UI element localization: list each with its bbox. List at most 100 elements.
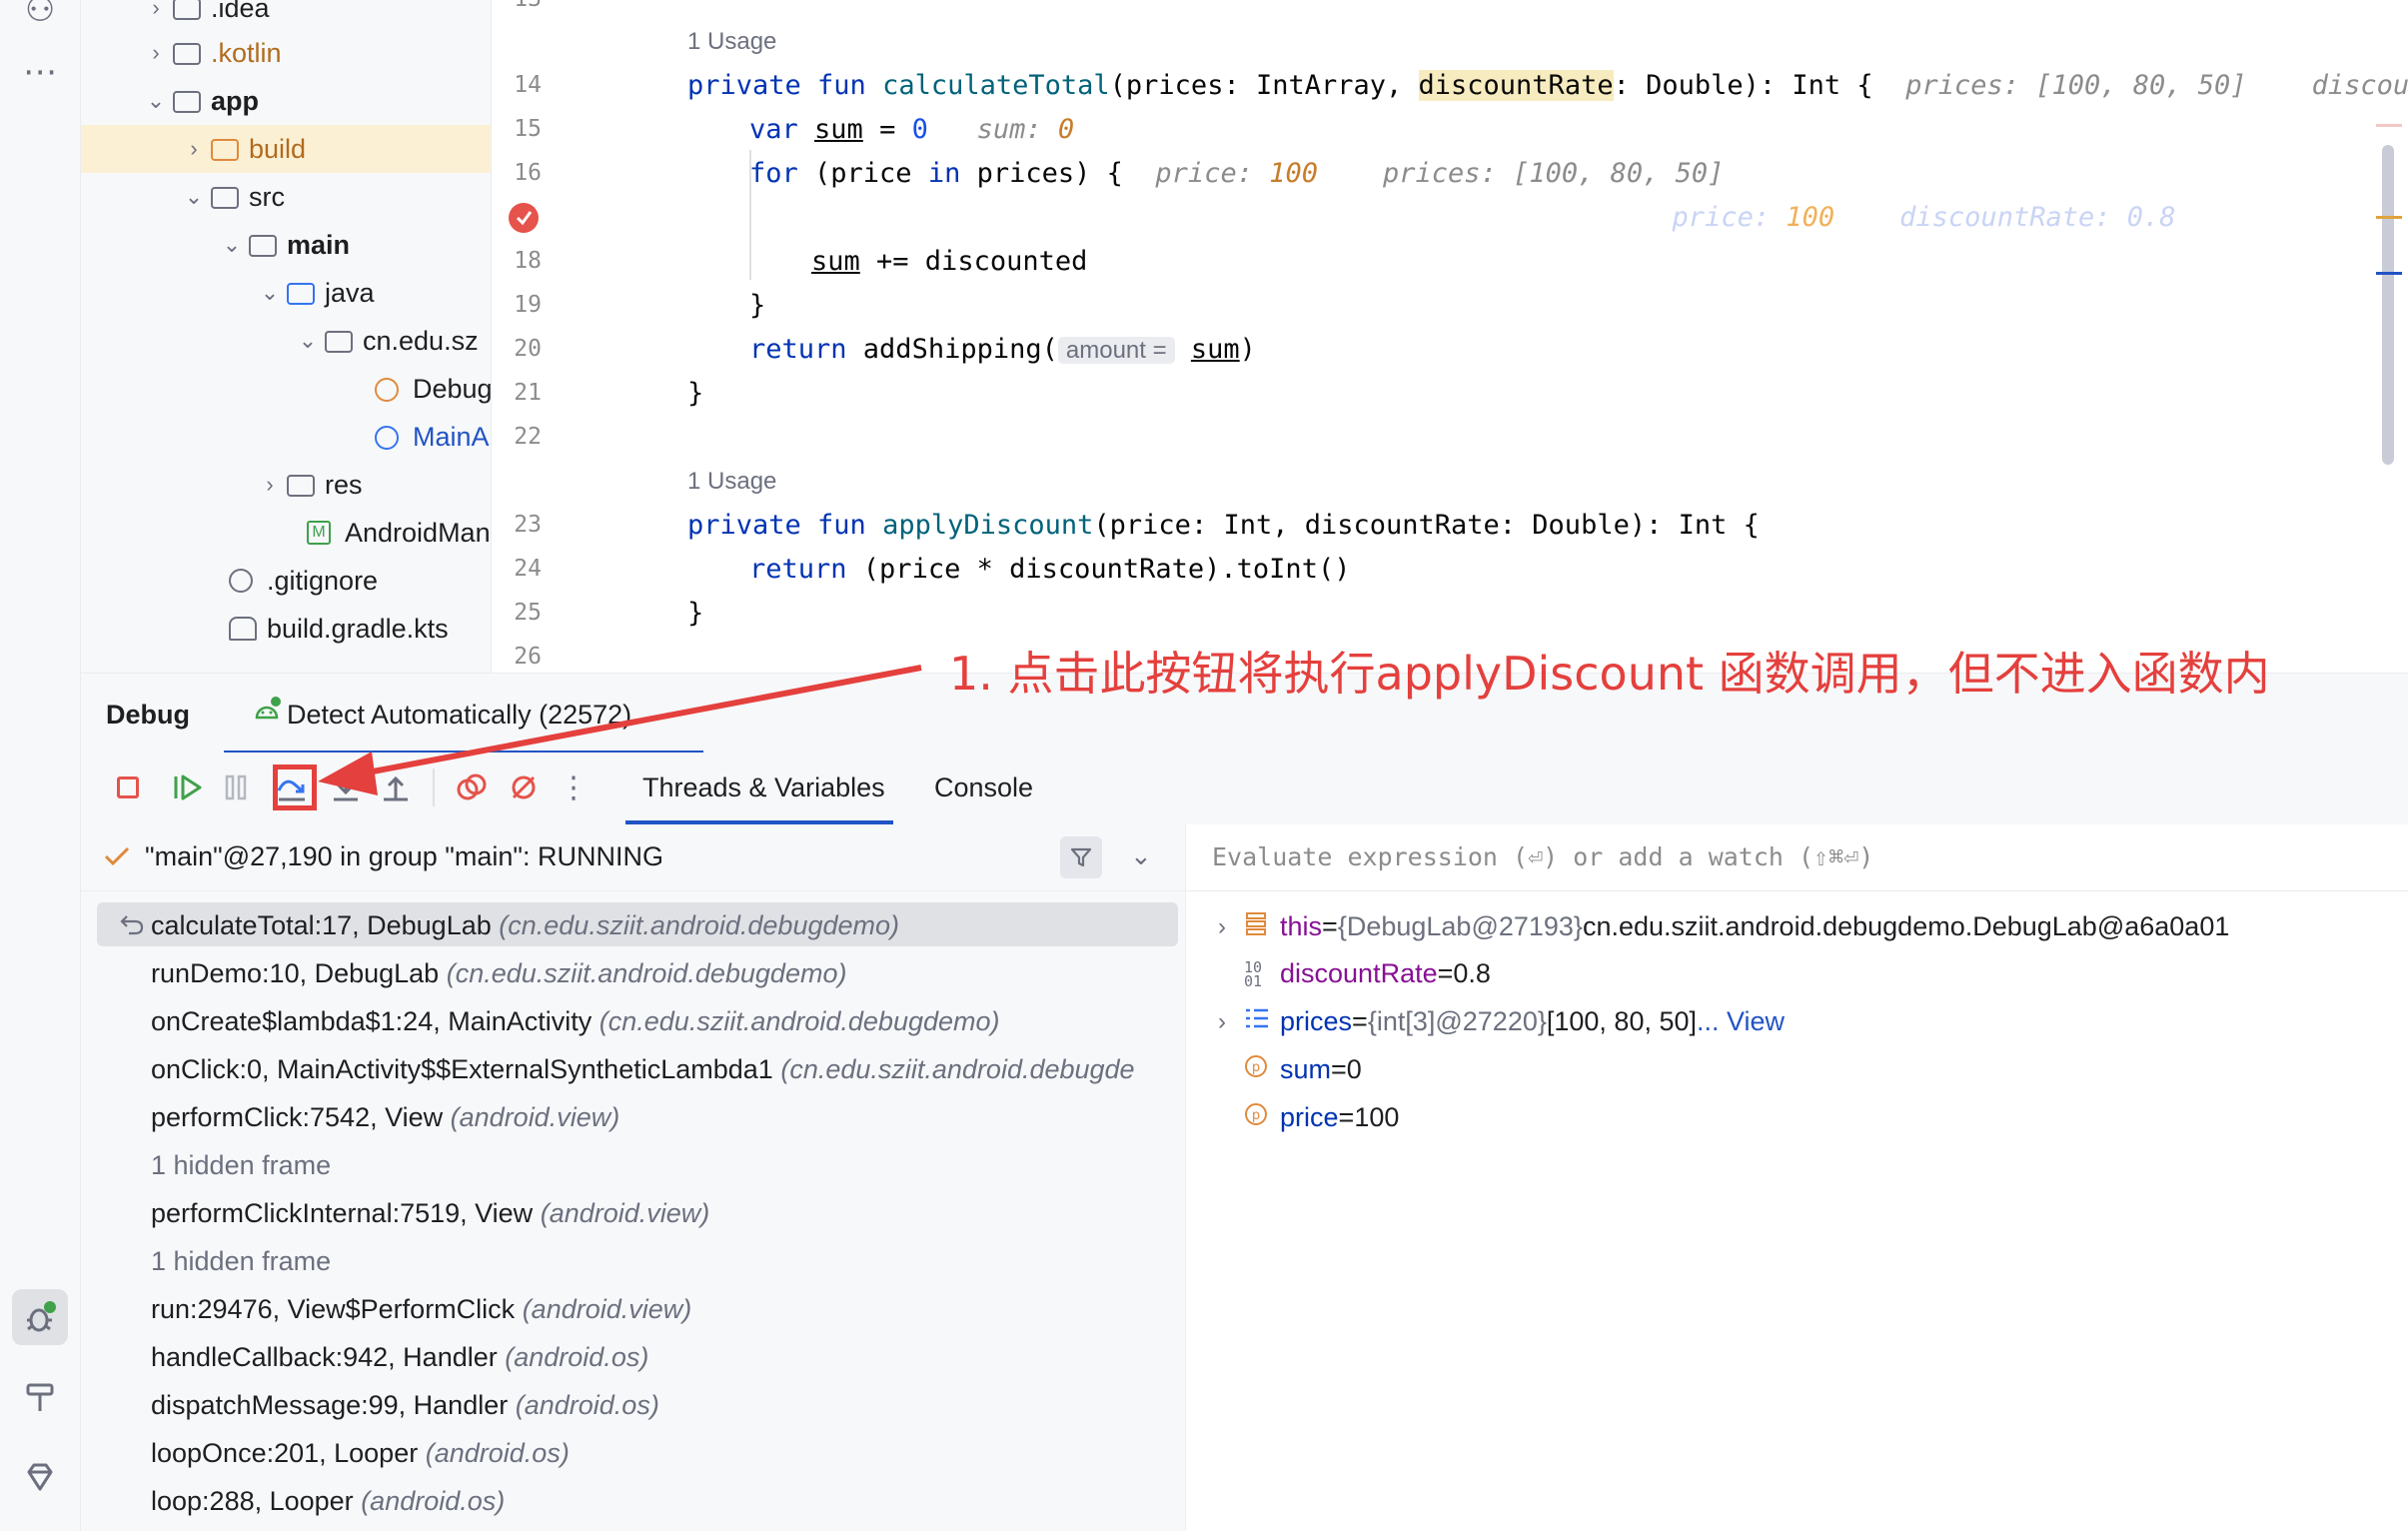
filter-icon (1070, 847, 1092, 867)
stack-frame[interactable]: handleCallback:942, Handler (android.os) (151, 1342, 648, 1373)
marker-stripe (2376, 216, 2402, 219)
debug-session-tab[interactable]: Detect Automatically (22572) (287, 700, 631, 731)
stack-frame[interactable]: onCreate$lambda$1:24, MainActivity (cn.e… (151, 1006, 1000, 1037)
tree-item-build[interactable]: › build (81, 125, 491, 173)
chevron-down-icon[interactable]: ⌄ (1130, 840, 1152, 871)
ignore-file-icon (229, 568, 261, 594)
breakpoint-icon[interactable] (509, 203, 539, 233)
code-line-21: } (687, 378, 704, 409)
variable-row[interactable]: › prices = {int[3]@27220} [100, 80, 50] … (1218, 1006, 1785, 1037)
debug-tool-icon[interactable] (12, 1289, 68, 1345)
hidden-frames[interactable]: 1 hidden frame (151, 1246, 331, 1277)
manifest-icon: M (307, 520, 339, 546)
stack-frame[interactable]: run:29476, View$PerformClick (android.vi… (151, 1294, 691, 1325)
line-number: 23 (514, 512, 542, 538)
tab-console[interactable]: Console (934, 772, 1033, 803)
tree-item-mainactivity[interactable]: MainA (81, 413, 491, 461)
chevron-right-icon[interactable]: › (143, 0, 169, 21)
tree-item-res[interactable]: › res (81, 461, 491, 509)
highlight-box (273, 765, 317, 810)
array-icon (1244, 1006, 1280, 1037)
tree-item-app[interactable]: ⌄ app (81, 77, 491, 125)
build-hammer-icon[interactable] (12, 1369, 68, 1425)
structure-icon[interactable]: ⚇ (12, 0, 68, 38)
usage-hint[interactable]: 1 Usage (687, 28, 776, 56)
stack-frame[interactable]: onClick:0, MainActivity$$ExternalSynthet… (151, 1054, 1135, 1085)
gradle-icon (229, 616, 261, 642)
debug-title: Debug (106, 700, 190, 730)
step-into-icon (334, 775, 358, 801)
variable-row[interactable]: › this = {DebugLab@27193} cn.edu.sziit.a… (1218, 910, 2229, 943)
tree-item-kotlin[interactable]: › .kotlin (81, 29, 491, 77)
usage-hint[interactable]: 1 Usage (687, 468, 776, 496)
tree-item-main[interactable]: ⌄ main (81, 221, 491, 269)
chevron-right-icon[interactable]: › (1218, 913, 1244, 941)
step-out-button[interactable] (373, 765, 419, 810)
line-number: 24 (514, 556, 542, 582)
stack-frame[interactable]: performClick:7542, View (android.view) (151, 1102, 619, 1133)
line-number: 14 (514, 72, 542, 98)
stop-button[interactable] (105, 765, 151, 810)
line-number: 18 (514, 248, 542, 274)
mute-breakpoints-button[interactable] (501, 765, 547, 810)
variable-row[interactable]: 10 01 discountRate = 0.8 (1218, 958, 1491, 989)
filter-button[interactable] (1060, 836, 1102, 878)
tree-item-package[interactable]: ⌄ cn.edu.sz (81, 317, 491, 365)
stack-frame[interactable]: loopOnce:201, Looper (android.os) (151, 1438, 570, 1469)
gem-icon[interactable] (12, 1449, 68, 1505)
tree-item-src[interactable]: ⌄ src (81, 173, 491, 221)
resume-button[interactable] (165, 765, 211, 810)
return-arrow-icon (120, 915, 144, 935)
thread-selector[interactable]: "main"@27,190 in group "main": RUNNING ⌄ (81, 824, 1185, 891)
mute-breakpoints-icon (512, 775, 536, 799)
chevron-right-icon[interactable]: › (257, 472, 283, 498)
line-number: 16 (514, 160, 542, 186)
chevron-down-icon[interactable]: ⌄ (257, 280, 283, 306)
stack-frame[interactable]: dispatchMessage:99, Handler (android.os) (151, 1390, 659, 1421)
stack-frame[interactable]: calculateTotal:17, DebugLab (cn.edu.szii… (151, 910, 899, 941)
pause-button[interactable] (213, 765, 259, 810)
chevron-down-icon[interactable]: ⌄ (219, 232, 245, 258)
stop-icon (117, 776, 139, 798)
tree-item-gitignore[interactable]: .gitignore (81, 557, 491, 605)
project-tree: › .idea › .kotlin ⌄ app › build ⌄ src ⌄ … (81, 0, 491, 673)
hidden-frames[interactable]: 1 hidden frame (151, 1150, 331, 1181)
view-breakpoints-button[interactable] (449, 765, 495, 810)
chevron-down-icon[interactable]: ⌄ (143, 88, 169, 114)
stack-frame[interactable]: performClickInternal:7519, View (android… (151, 1198, 709, 1229)
stack-frame[interactable]: loop:288, Looper (android.os) (151, 1486, 505, 1517)
code-line-25: } (687, 598, 704, 629)
chevron-right-icon[interactable]: › (143, 40, 169, 66)
chevron-down-icon[interactable]: ⌄ (181, 184, 207, 210)
tree-item-build-gradle[interactable]: build.gradle.kts (81, 605, 491, 653)
chevron-right-icon[interactable]: › (1218, 1008, 1244, 1036)
variable-row[interactable]: p price = 100 (1218, 1102, 1399, 1133)
step-into-button[interactable] (323, 765, 369, 810)
tab-threads-variables[interactable]: Threads & Variables (642, 772, 885, 803)
marker-stripe (2376, 124, 2402, 127)
tree-item-java[interactable]: ⌄ java (81, 269, 491, 317)
view-link[interactable]: ... View (1697, 1006, 1785, 1037)
stack-frame[interactable]: runDemo:10, DebugLab (cn.edu.sziit.andro… (151, 958, 846, 989)
line-number: 25 (514, 600, 542, 626)
chevron-right-icon[interactable]: › (181, 136, 207, 162)
parameter-icon: p (1244, 1102, 1280, 1133)
tree-item-debuglab[interactable]: Debug (81, 365, 491, 413)
chevron-down-icon[interactable]: ⌄ (295, 328, 321, 354)
variable-row[interactable]: p sum = 0 (1218, 1054, 1362, 1085)
code-line-18: sum += discounted (811, 246, 1088, 277)
more-icon[interactable]: ⋯ (12, 44, 68, 100)
editor-scrollbar[interactable] (2382, 145, 2394, 465)
thread-status: "main"@27,190 in group "main": RUNNING (145, 841, 663, 871)
tree-item-manifest[interactable]: M AndroidMani (81, 509, 491, 557)
tree-item-idea[interactable]: › .idea (81, 0, 491, 32)
code-editor[interactable]: 1 Usage private fun calculateTotal(price… (621, 0, 2408, 673)
object-icon (1244, 910, 1280, 943)
annotation-text: 1. 点击此按钮将执行applyDiscount 函数调用，但不进入函数内 (949, 647, 2270, 701)
more-options-icon[interactable]: ⋮ (551, 765, 597, 810)
code-line-15: var sum = 0 sum: 0 (749, 114, 1075, 145)
parameter-icon: p (1244, 1054, 1280, 1085)
svg-text:p: p (1252, 1108, 1260, 1123)
evaluate-expression-field[interactable]: Evaluate expression (⏎) or add a watch (… (1186, 824, 2408, 891)
editor-gutter: 13 14 15 16 18 19 20 21 22 23 24 25 26 (491, 0, 622, 673)
